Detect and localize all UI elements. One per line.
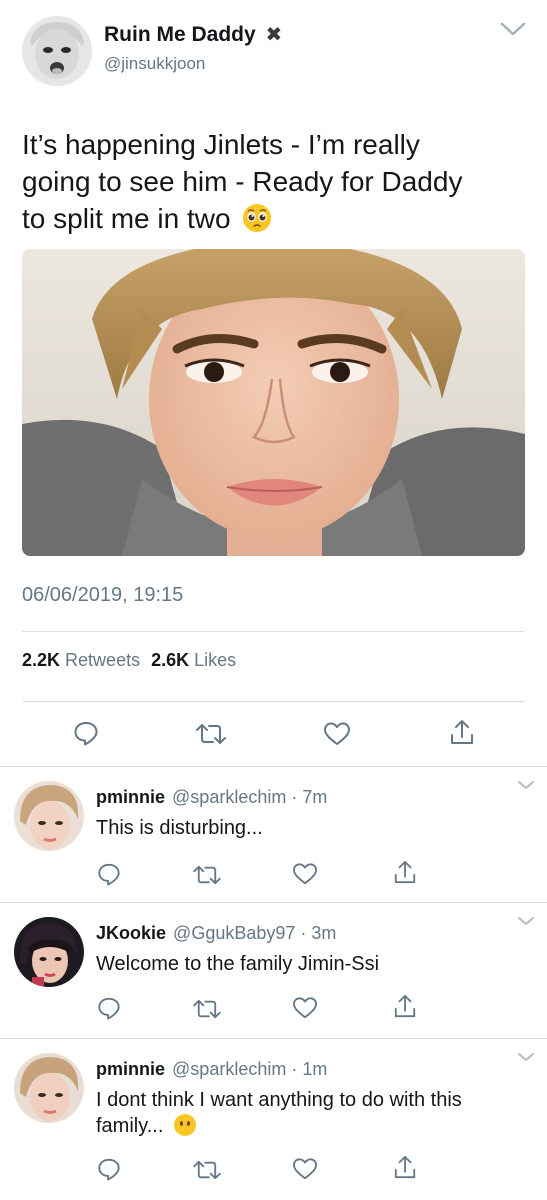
reply-header: pminnie @sparklechim · 7m bbox=[96, 787, 327, 808]
like-icon bbox=[293, 997, 317, 1019]
reply-time[interactable]: 1m bbox=[302, 1059, 327, 1079]
like-icon bbox=[293, 863, 317, 885]
separator-dot: · bbox=[291, 787, 298, 807]
reply-retweet-button[interactable] bbox=[192, 1159, 222, 1181]
tweet-text-line: It’s happening Jinlets - I’m really bbox=[22, 129, 420, 160]
main-tweet-text: It’s happening Jinlets - I’m really goin… bbox=[22, 126, 532, 237]
reply-time[interactable]: 7m bbox=[302, 787, 327, 807]
reply-like-button[interactable] bbox=[292, 996, 318, 1020]
reply-share-button[interactable] bbox=[393, 1154, 417, 1180]
divider bbox=[22, 701, 525, 702]
no-mouth-face-icon bbox=[173, 1114, 196, 1136]
pleading-face-icon bbox=[243, 204, 272, 232]
separator-dot: · bbox=[291, 1059, 298, 1079]
reply-share-button[interactable] bbox=[393, 993, 417, 1019]
reply-options-chevron[interactable] bbox=[516, 779, 536, 791]
retweet-icon bbox=[196, 724, 226, 744]
reply-icon bbox=[74, 722, 98, 746]
main-tweet-display-name[interactable]: Ruin Me Daddy ✖ bbox=[104, 22, 282, 47]
chevron-down-icon bbox=[518, 781, 534, 789]
reply-icon bbox=[98, 863, 120, 886]
tweet-photo[interactable] bbox=[22, 249, 525, 556]
reply-author-handle[interactable]: @GgukBaby97 bbox=[173, 923, 295, 943]
reply-author-handle[interactable]: @sparklechim bbox=[172, 1059, 286, 1079]
reply-avatar[interactable] bbox=[14, 781, 84, 851]
display-name-text: Ruin Me Daddy bbox=[104, 23, 256, 46]
reply-reply-button[interactable] bbox=[97, 996, 121, 1020]
tweet-options-chevron[interactable] bbox=[499, 20, 527, 38]
like-icon bbox=[293, 1158, 317, 1180]
reply-like-button[interactable] bbox=[292, 1157, 318, 1181]
reply-avatar[interactable] bbox=[14, 917, 84, 987]
tweet-text-line: going to see him - Ready for Daddy bbox=[22, 166, 463, 197]
reply-text: I dont think I want anything to do with … bbox=[96, 1087, 536, 1139]
like-button[interactable] bbox=[323, 721, 351, 747]
reply-icon bbox=[98, 1158, 120, 1181]
chevron-down-icon bbox=[500, 22, 526, 36]
share-icon bbox=[394, 994, 416, 1018]
share-icon bbox=[394, 860, 416, 884]
reply-share-button[interactable] bbox=[393, 859, 417, 885]
reply-time[interactable]: 3m bbox=[311, 923, 336, 943]
chevron-down-icon bbox=[518, 1053, 534, 1061]
main-tweet-avatar[interactable] bbox=[22, 16, 92, 86]
reply-retweet-button[interactable] bbox=[192, 998, 222, 1020]
retweets-label: Retweets bbox=[65, 650, 141, 670]
reply-author-handle[interactable]: @sparklechim bbox=[172, 787, 286, 807]
divider bbox=[0, 1038, 547, 1039]
reply-header: pminnie @sparklechim · 1m bbox=[96, 1059, 327, 1080]
likes-stat[interactable]: 2.6K Likes bbox=[151, 650, 236, 670]
chevron-down-icon bbox=[518, 917, 534, 925]
reply-like-button[interactable] bbox=[292, 862, 318, 886]
reply-text-line: I dont think I want anything to do with … bbox=[96, 1089, 462, 1111]
reply-reply-button[interactable] bbox=[97, 1157, 121, 1181]
retweet-button[interactable] bbox=[195, 722, 227, 746]
reply-text-line-2: family... bbox=[96, 1115, 164, 1137]
tweet-text-line-3: to split me in two bbox=[22, 203, 231, 234]
divider bbox=[22, 631, 525, 632]
retweet-icon bbox=[193, 999, 221, 1019]
reply-text-line: family... 😶 bbox=[96, 1113, 536, 1139]
main-tweet-handle[interactable]: @jinsukkjoon bbox=[104, 54, 205, 74]
likes-label: Likes bbox=[194, 650, 237, 670]
share-icon bbox=[394, 1155, 416, 1179]
reply-author-name[interactable]: pminnie bbox=[96, 1059, 165, 1079]
reply-author-name[interactable]: JKookie bbox=[96, 923, 166, 943]
reply-author-name[interactable]: pminnie bbox=[96, 787, 165, 807]
separator-dot: · bbox=[300, 923, 307, 943]
selfie-photo bbox=[22, 249, 525, 556]
tweet-stats: 2.2K Retweets 2.6K Likes bbox=[22, 650, 236, 671]
tweet-timestamp[interactable]: 06/06/2019, 19:15 bbox=[22, 584, 183, 607]
divider bbox=[0, 902, 547, 903]
share-icon bbox=[451, 720, 473, 744]
likes-count: 2.6K bbox=[151, 650, 190, 670]
reply-reply-button[interactable] bbox=[97, 862, 121, 886]
share-button[interactable] bbox=[449, 718, 475, 746]
reply-text: This is disturbing... bbox=[96, 817, 263, 839]
reply-options-chevron[interactable] bbox=[516, 915, 536, 927]
retweets-stat[interactable]: 2.2K Retweets bbox=[22, 650, 145, 670]
retweets-count: 2.2K bbox=[22, 650, 61, 670]
retweet-icon bbox=[193, 1160, 221, 1180]
reply-header: JKookie @GgukBaby97 · 3m bbox=[96, 923, 336, 944]
reply-text: Welcome to the family Jimin-Ssi bbox=[96, 953, 380, 975]
reply-icon bbox=[98, 997, 120, 1020]
divider bbox=[0, 766, 547, 767]
cross-mark-emoji: ✖ bbox=[265, 24, 283, 46]
reply-retweet-button[interactable] bbox=[192, 864, 222, 886]
reply-button[interactable] bbox=[73, 720, 99, 746]
like-icon bbox=[324, 722, 350, 745]
reply-avatar[interactable] bbox=[14, 1053, 84, 1123]
retweet-icon bbox=[193, 865, 221, 885]
reply-options-chevron[interactable] bbox=[516, 1051, 536, 1063]
tweet-text-line: to split me in two 🥺 bbox=[22, 200, 532, 237]
